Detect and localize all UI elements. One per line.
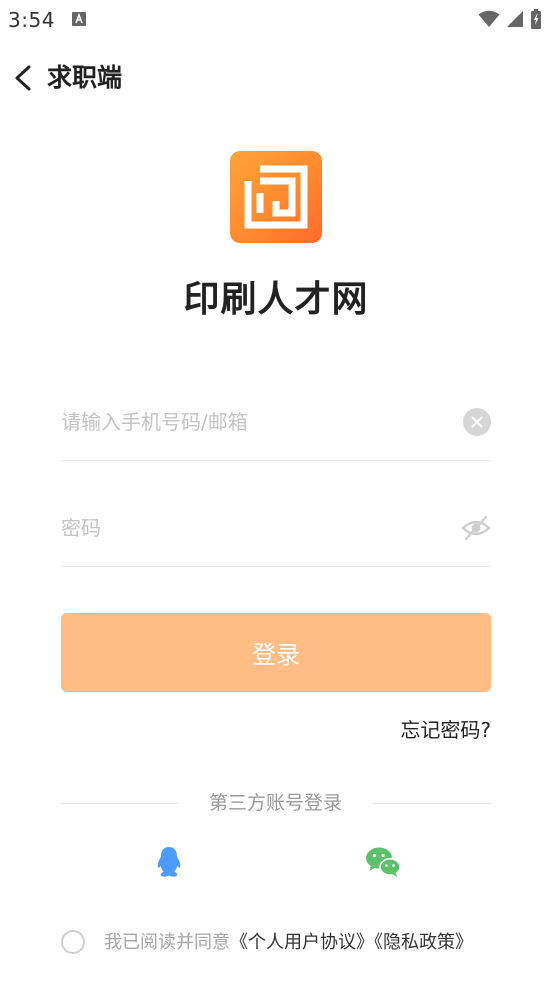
privacy-policy-link[interactable]: 《隐私政策》 <box>374 932 473 953</box>
status-bar: 3:54 <box>0 0 552 40</box>
agreement-checkbox[interactable] <box>61 930 85 954</box>
divider-right <box>373 803 491 804</box>
password-input[interactable] <box>61 490 441 566</box>
qq-icon[interactable] <box>154 846 184 878</box>
status-icons <box>478 8 542 30</box>
wechat-icon[interactable] <box>365 846 401 878</box>
agreement-text: 我已阅读并同意《个人用户协议》《隐私政策》 <box>104 929 473 957</box>
agreement-prefix: 我已阅读并同意 <box>104 932 230 953</box>
signal-icon <box>507 11 523 27</box>
battery-icon <box>531 9 541 29</box>
clear-icon[interactable] <box>463 408 491 436</box>
login-button[interactable]: 登录 <box>61 613 491 692</box>
back-arrow-icon[interactable] <box>10 62 38 94</box>
account-field <box>61 384 491 461</box>
app-logo-icon <box>244 165 308 229</box>
app-logo <box>230 151 322 243</box>
forgot-password-link[interactable]: 忘记密码? <box>400 716 491 744</box>
page-title: 求职端 <box>47 63 123 92</box>
divider-left <box>61 803 178 804</box>
account-input[interactable] <box>61 384 441 460</box>
user-agreement-link[interactable]: 《个人用户协议》 <box>230 932 374 953</box>
app-name: 印刷人才网 <box>183 279 369 320</box>
notification-a-icon <box>72 12 86 26</box>
wifi-icon <box>478 10 500 27</box>
password-field <box>61 490 491 567</box>
header: 求职端 <box>0 50 552 106</box>
eye-hidden-icon[interactable] <box>461 515 491 541</box>
status-time: 3:54 <box>8 8 55 32</box>
third-party-title: 第三方账号登录 <box>208 792 342 814</box>
